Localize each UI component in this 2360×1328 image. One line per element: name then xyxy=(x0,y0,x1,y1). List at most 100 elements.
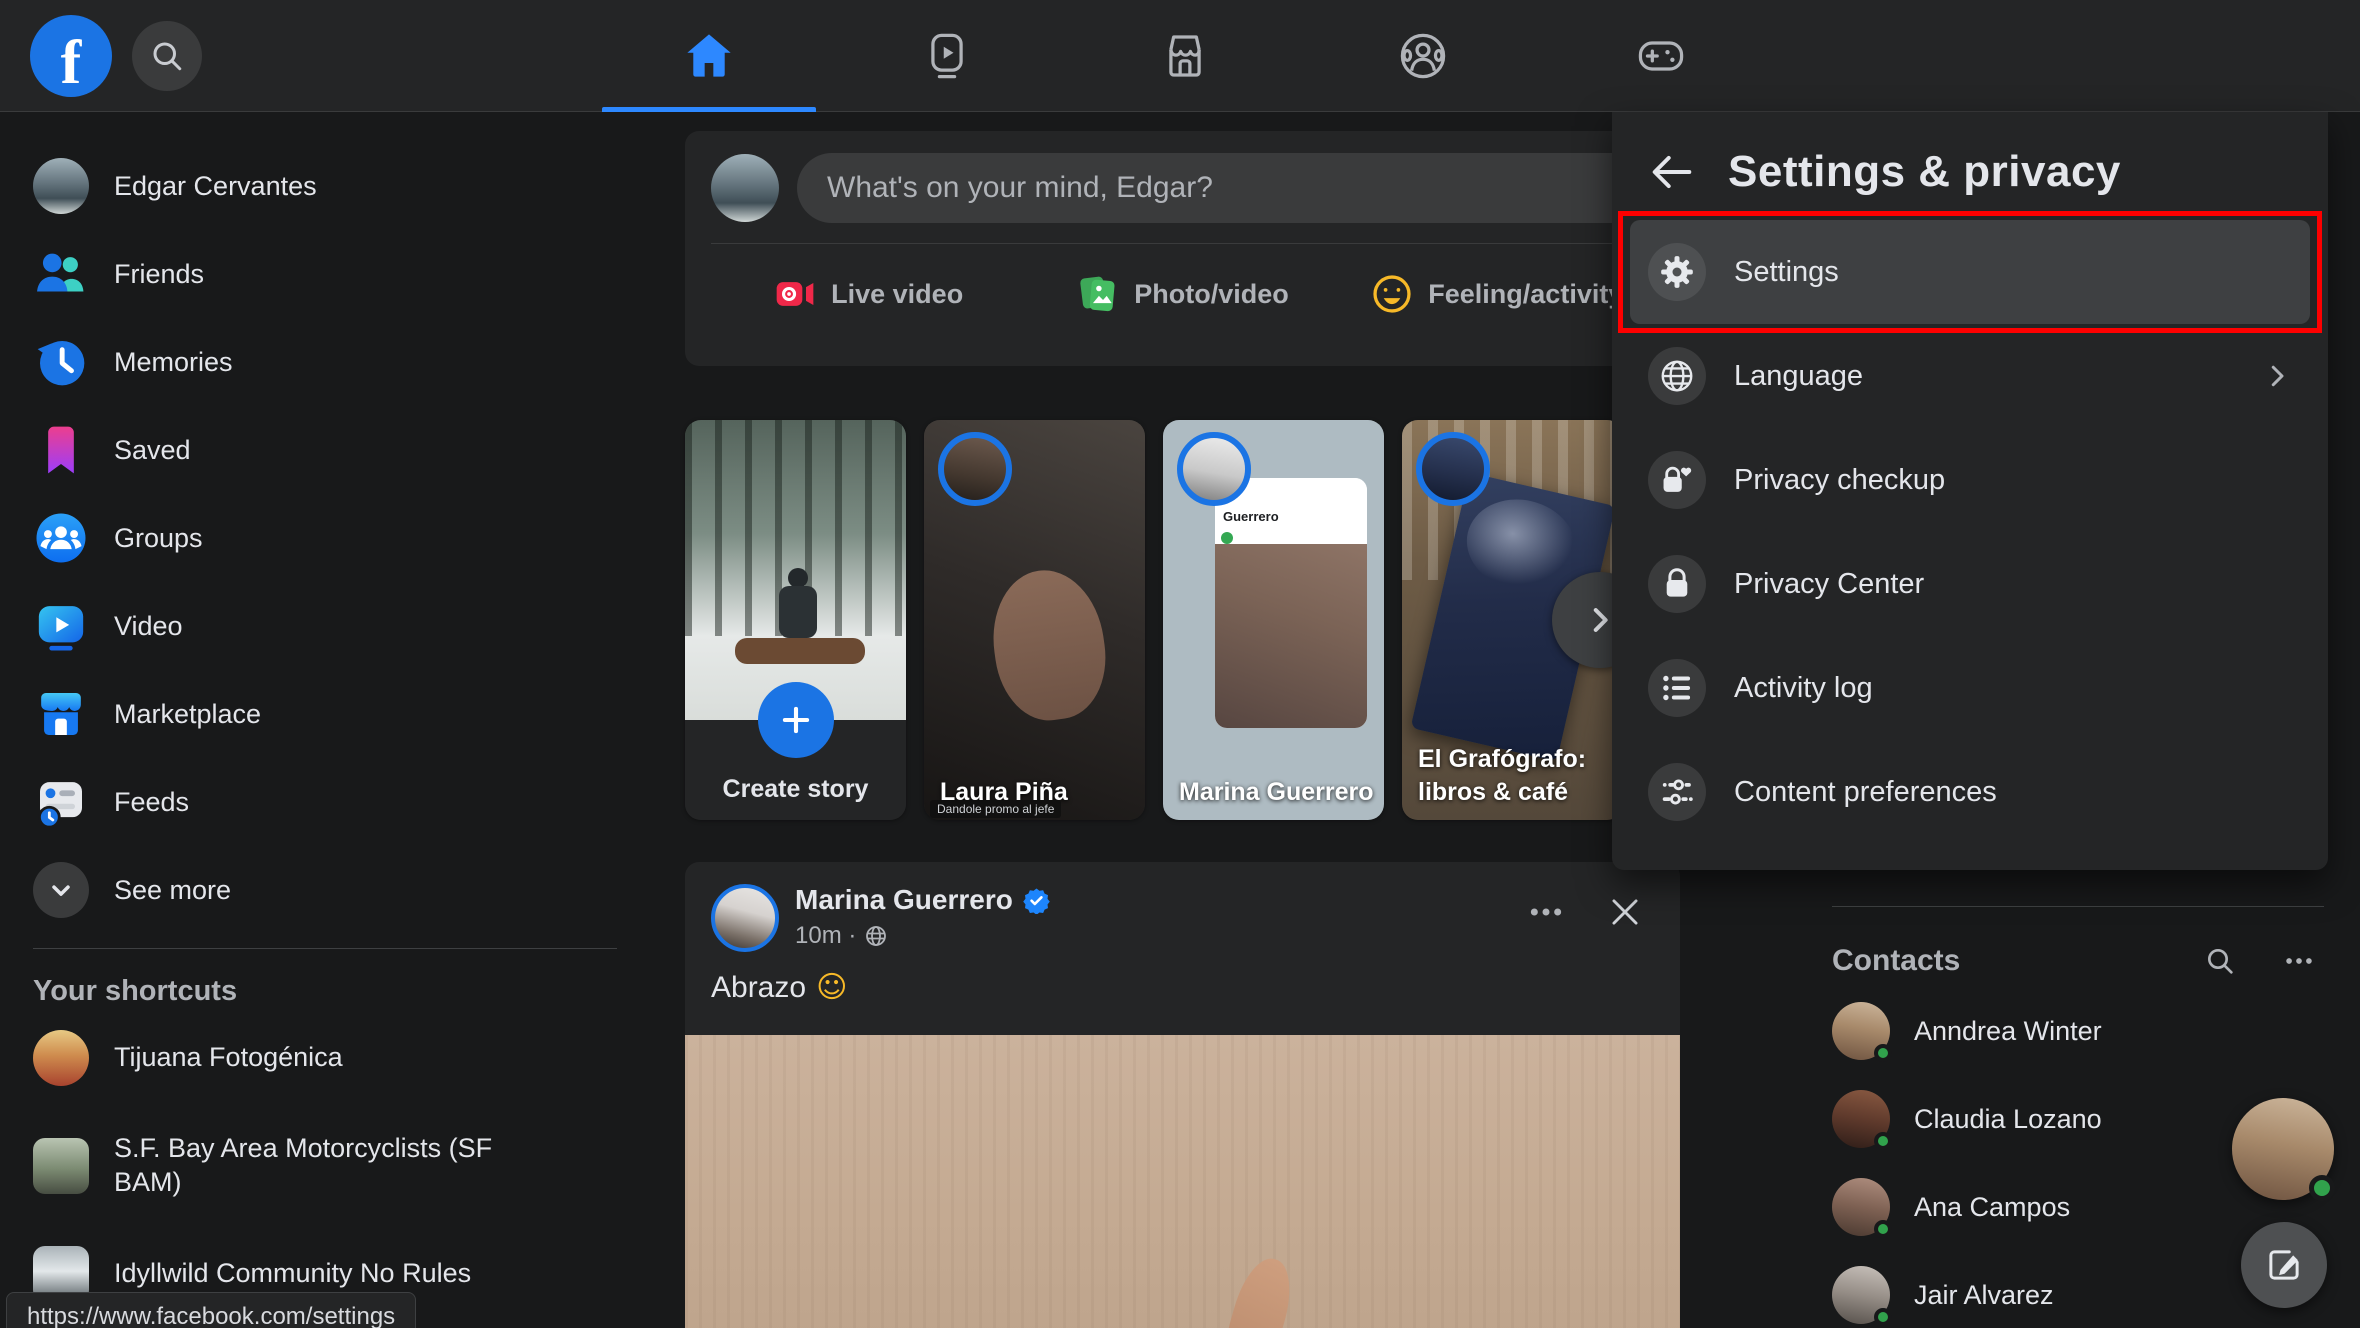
status-url: https://www.facebook.com/settings xyxy=(27,1303,396,1328)
create-story-label: Create story xyxy=(722,775,869,803)
contact-name: Jair Alvarez xyxy=(1914,1279,2054,1310)
live-video-button[interactable]: Live video xyxy=(711,244,1025,344)
settings-privacy-menu: Settings & privacy Settings Language Pri… xyxy=(1612,112,2328,870)
sidebar-item-friends[interactable]: Friends xyxy=(33,230,650,318)
chevron-right-icon xyxy=(2262,361,2292,391)
sidebar-item-label: Saved xyxy=(114,434,191,465)
composer-placeholder: What's on your mind, Edgar? xyxy=(827,171,1213,204)
sidebar-item-feeds[interactable]: Feeds xyxy=(33,758,650,846)
search-button[interactable] xyxy=(132,21,202,91)
post-close-button[interactable] xyxy=(1606,893,1644,931)
sidebar-item-label: Friends xyxy=(114,258,205,289)
menu-item-label: Content preferences xyxy=(1734,775,1997,808)
sidebar-item-label: Marketplace xyxy=(114,698,262,729)
post-author-name[interactable]: Marina Guerrero xyxy=(795,884,1013,916)
top-navbar: f xyxy=(0,0,2360,112)
menu-item-activity-log[interactable]: Activity log xyxy=(1630,636,2310,740)
globe-audience-icon xyxy=(864,924,888,948)
chevron-down-icon xyxy=(33,862,89,918)
feeds-list-icon xyxy=(33,774,89,830)
story-author-avatar xyxy=(1177,432,1251,506)
menu-item-label: Privacy Center xyxy=(1734,567,1925,600)
groups-icon xyxy=(1397,30,1449,82)
main-tabs xyxy=(590,0,1780,112)
sidebar-item-label: Video xyxy=(114,610,183,641)
menu-item-label: Settings xyxy=(1734,255,1839,288)
sidebar-item-saved[interactable]: Saved xyxy=(33,406,650,494)
sidebar-item-see-more[interactable]: See more xyxy=(33,846,650,934)
marketplace-icon xyxy=(1159,30,1211,82)
marketplace-storefront-icon xyxy=(33,686,89,742)
story-author-name: Marina Guerrero xyxy=(1179,777,1374,806)
memories-clock-icon xyxy=(33,334,89,390)
tab-watch[interactable] xyxy=(828,0,1066,112)
story-author-avatar xyxy=(1416,432,1490,506)
story-preview-inset: Guerrero xyxy=(1215,478,1367,728)
shortcut-tijuana[interactable]: Tijuana Fotogénica xyxy=(33,1008,650,1108)
contacts-divider xyxy=(1832,906,2324,907)
saved-bookmark-icon xyxy=(33,422,89,478)
online-status-dot xyxy=(1874,1308,1892,1326)
shortcut-thumbnail xyxy=(33,1138,89,1194)
chat-head-avatar[interactable] xyxy=(2232,1098,2335,1201)
post-more-button[interactable] xyxy=(1526,892,1566,932)
home-icon xyxy=(683,30,735,82)
menu-item-settings[interactable]: Settings xyxy=(1618,211,2322,333)
sidebar-item-memories[interactable]: Memories xyxy=(33,318,650,406)
post-author-avatar[interactable] xyxy=(711,884,779,952)
facebook-logo[interactable]: f xyxy=(30,15,112,97)
activity-list-icon xyxy=(1648,659,1706,717)
composer-input[interactable]: What's on your mind, Edgar? xyxy=(797,153,1654,223)
story-marina[interactable]: Guerrero Marina Guerrero xyxy=(1163,420,1384,820)
menu-item-label: Privacy checkup xyxy=(1734,463,1946,496)
post-timestamp[interactable]: 10m · xyxy=(795,922,856,950)
photo-video-button[interactable]: Photo/video xyxy=(1025,244,1339,344)
shortcut-sf-bam[interactable]: S.F. Bay Area Motorcyclists (SF BAM) xyxy=(33,1108,650,1224)
facebook-page: f Edgar Cervantes Friends Memories Saved… xyxy=(0,0,2360,1328)
menu-title: Settings & privacy xyxy=(1728,147,2121,196)
gaming-icon xyxy=(1635,30,1687,82)
sidebar-item-video[interactable]: Video xyxy=(33,582,650,670)
live-video-label: Live video xyxy=(831,278,964,309)
online-status-dot xyxy=(1874,1220,1892,1238)
composer-avatar[interactable] xyxy=(711,154,779,222)
story-author-avatar xyxy=(938,432,1012,506)
sidebar-item-marketplace[interactable]: Marketplace xyxy=(33,670,650,758)
sidebar-item-label: Edgar Cervantes xyxy=(114,170,317,201)
tab-marketplace[interactable] xyxy=(1066,0,1304,112)
create-story-card[interactable]: Create story xyxy=(685,420,906,820)
contact-name: Anndrea Winter xyxy=(1914,1015,2102,1046)
shortcuts-heading: Your shortcuts xyxy=(33,975,238,1007)
back-arrow-button[interactable] xyxy=(1646,146,1698,198)
sliders-icon xyxy=(1648,763,1706,821)
online-status-dot xyxy=(1874,1044,1892,1062)
stories-row: Create story Laura Piña Dandole promo al… xyxy=(685,420,1623,820)
feeling-activity-button[interactable]: Feeling/activity xyxy=(1340,244,1654,344)
menu-item-language[interactable]: Language xyxy=(1630,324,2310,428)
sidebar-divider xyxy=(33,948,617,949)
live-video-icon xyxy=(773,272,817,316)
menu-item-privacy-center[interactable]: Privacy Center xyxy=(1630,532,2310,636)
sidebar-item-groups[interactable]: Groups xyxy=(33,494,650,582)
sidebar-item-profile[interactable]: Edgar Cervantes xyxy=(33,142,650,230)
contacts-search-icon[interactable] xyxy=(2204,945,2236,977)
contacts-more-icon[interactable] xyxy=(2282,944,2316,978)
menu-item-content-preferences[interactable]: Content preferences xyxy=(1630,740,2310,844)
create-story-plus-icon xyxy=(757,682,834,758)
shortcut-label: Tijuana Fotogénica xyxy=(114,1042,343,1073)
online-status-dot xyxy=(1874,1132,1892,1150)
sidebar-item-label: See more xyxy=(114,874,232,905)
search-icon xyxy=(149,38,185,74)
story-laura[interactable]: Laura Piña Dandole promo al jefe xyxy=(924,420,1145,820)
contact-row[interactable]: Anndrea Winter xyxy=(1832,987,2330,1075)
post-photo[interactable] xyxy=(685,1035,1680,1328)
tab-home[interactable] xyxy=(590,0,828,112)
new-message-button[interactable] xyxy=(2241,1222,2327,1308)
tab-gaming[interactable] xyxy=(1542,0,1780,112)
watch-icon xyxy=(921,30,973,82)
lock-heart-icon xyxy=(1648,451,1706,509)
shortcut-label: Idyllwild Community No Rules xyxy=(114,1258,472,1289)
menu-item-privacy-checkup[interactable]: Privacy checkup xyxy=(1630,428,2310,532)
tab-groups[interactable] xyxy=(1304,0,1542,112)
shortcut-label: S.F. Bay Area Motorcyclists (SF BAM) xyxy=(114,1133,493,1197)
